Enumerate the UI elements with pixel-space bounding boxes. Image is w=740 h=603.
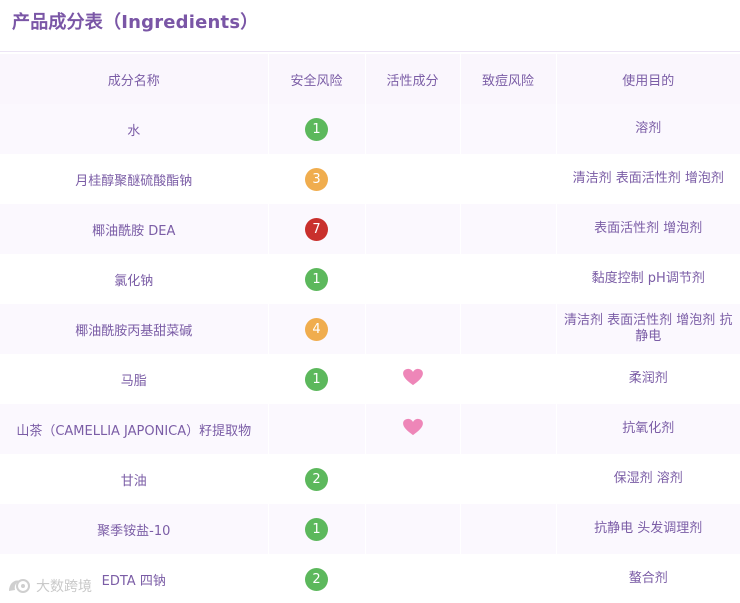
active-cell [365,254,461,304]
safety-cell: 4 [268,304,366,354]
column-header-name: 成分名称 [0,54,269,104]
table-row: 椰油酰胺丙基甜菜碱 4 清洁剂 表面活性剂 增泡剂 抗静电 [0,304,740,354]
safety-badge: 1 [305,267,328,291]
purpose-cell: 溶剂 [556,104,740,154]
active-cell [365,554,461,603]
active-cell [365,104,461,154]
purpose-cell: 螯合剂 [556,554,740,603]
active-cell [365,354,461,404]
table-row: EDTA 四钠 2 螯合剂 [0,554,740,603]
column-header-purpose: 使用目的 [556,54,740,104]
ingredient-name: 椰油酰胺 DEA [0,204,269,254]
purpose-cell: 抗静电 头发调理剂 [556,504,740,554]
column-header-safety: 安全风险 [268,54,366,104]
safety-cell: 3 [268,154,366,204]
purpose-text: 抗氧化剂 [622,421,675,436]
safety-cell: 1 [268,254,366,304]
ingredient-name: 氯化钠 [0,254,269,304]
safety-cell [268,404,366,454]
purpose-cell: 抗氧化剂 [556,404,740,454]
table-row: 月桂醇聚醚硫酸酯钠 3 清洁剂 表面活性剂 增泡剂 [0,154,740,204]
acne-cell [460,454,557,504]
safety-cell: 2 [268,554,366,603]
safety-badge: 1 [305,367,328,391]
table-row: 椰油酰胺 DEA 7 表面活性剂 增泡剂 [0,204,740,254]
purpose-cell: 清洁剂 表面活性剂 增泡剂 抗静电 [556,304,740,354]
table-row: 马脂 1 柔润剂 [0,354,740,404]
safety-badge: 3 [305,167,328,191]
watermark-text: 大数跨境 [36,579,92,595]
safety-badge: 2 [305,467,328,491]
purpose-cell: 保湿剂 溶剂 [556,454,740,504]
safety-badge: 7 [305,217,328,241]
purpose-text: 螯合剂 [628,571,668,586]
table-row: 甘油 2 保湿剂 溶剂 [0,454,740,504]
ingredients-page: 产品成分表（Ingredients） 成分名称 安全风险 活性成分 致痘风险 使… [0,0,740,603]
acne-cell [460,554,557,603]
table-row: 聚季铵盐-10 1 抗静电 头发调理剂 [0,504,740,554]
safety-badge: 4 [305,317,328,341]
purpose-text: 黏度控制 pH调节剂 [591,271,705,286]
safety-cell: 7 [268,204,366,254]
ingredient-name: 月桂醇聚醚硫酸酯钠 [0,154,269,204]
acne-cell [460,104,557,154]
ingredient-name: 马脂 [0,354,269,404]
safety-cell: 2 [268,454,366,504]
active-cell [365,504,461,554]
active-cell [365,204,461,254]
safety-cell: 1 [268,504,366,554]
safety-badge: 2 [305,567,328,591]
purpose-text: 清洁剂 表面活性剂 增泡剂 [572,171,724,186]
heart-icon [402,368,423,386]
purpose-cell: 黏度控制 pH调节剂 [556,254,740,304]
column-header-active: 活性成分 [365,54,461,104]
purpose-text: 清洁剂 表面活性剂 增泡剂 抗静电 [564,313,733,344]
purpose-cell: 柔润剂 [556,354,740,404]
watermark: 大数跨境 [6,575,92,597]
watermark-logo-icon [9,579,30,593]
ingredient-name: 山茶（CAMELLIA JAPONICA）籽提取物 [0,404,269,454]
acne-cell [460,154,557,204]
column-header-acne: 致痘风险 [460,54,557,104]
purpose-text: 柔润剂 [628,371,668,386]
page-title: 产品成分表（Ingredients） [12,12,259,33]
heart-icon [402,418,423,436]
purpose-cell: 表面活性剂 增泡剂 [556,204,740,254]
table-row: 山茶（CAMELLIA JAPONICA）籽提取物 抗氧化剂 [0,404,740,454]
acne-cell [460,304,557,354]
table-header-row: 成分名称 安全风险 活性成分 致痘风险 使用目的 [0,54,740,104]
purpose-text: 表面活性剂 增泡剂 [594,221,703,236]
safety-badge: 1 [305,517,328,541]
table-row: 氯化钠 1 黏度控制 pH调节剂 [0,254,740,304]
safety-badge: 1 [305,117,328,141]
acne-cell [460,354,557,404]
ingredients-table: 成分名称 安全风险 活性成分 致痘风险 使用目的 水 1 溶剂月桂醇聚醚硫酸酯钠 3 清… [0,54,740,603]
acne-cell [460,254,557,304]
purpose-text: 保湿剂 溶剂 [613,471,683,486]
table-row: 水 1 溶剂 [0,104,740,154]
active-cell [365,454,461,504]
acne-cell [460,404,557,454]
ingredient-name: 水 [0,104,269,154]
purpose-text: 溶剂 [635,121,662,136]
acne-cell [460,204,557,254]
purpose-cell: 清洁剂 表面活性剂 增泡剂 [556,154,740,204]
ingredient-name: 椰油酰胺丙基甜菜碱 [0,304,269,354]
safety-cell: 1 [268,354,366,404]
safety-cell: 1 [268,104,366,154]
acne-cell [460,504,557,554]
active-cell [365,304,461,354]
table-body: 水 1 溶剂月桂醇聚醚硫酸酯钠 3 清洁剂 表面活性剂 增泡剂椰油酰胺 DEA 7 表面活性… [0,104,740,603]
active-cell [365,154,461,204]
ingredient-name: 聚季铵盐-10 [0,504,269,554]
ingredient-name: 甘油 [0,454,269,504]
purpose-text: 抗静电 头发调理剂 [594,521,703,536]
title-divider [0,51,740,52]
active-cell [365,404,461,454]
